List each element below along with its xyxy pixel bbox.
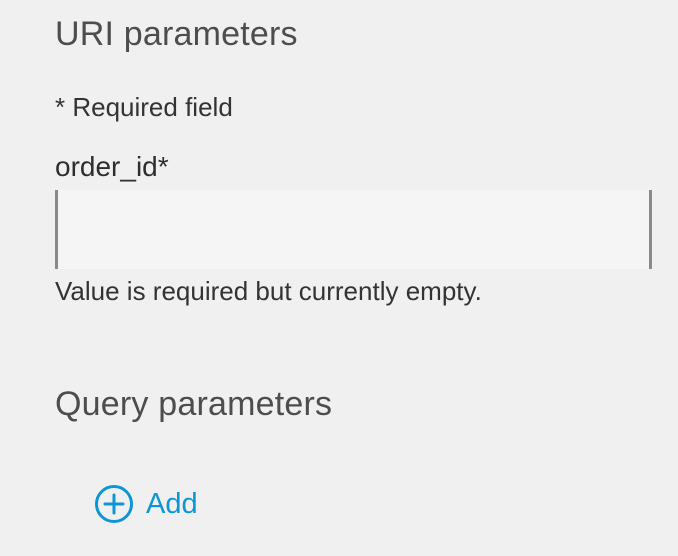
uri-parameters-heading: URI parameters — [55, 15, 298, 53]
query-parameters-heading: Query parameters — [55, 385, 333, 423]
order-id-label: order_id* — [55, 151, 169, 182]
add-button-label: Add — [146, 487, 198, 520]
add-query-parameter-button[interactable]: Add — [94, 484, 198, 524]
order-id-input[interactable] — [55, 190, 652, 269]
plus-circle-icon — [94, 484, 134, 524]
order-id-error-message: Value is required but currently empty. — [55, 276, 482, 306]
required-field-note: * Required field — [55, 92, 233, 122]
